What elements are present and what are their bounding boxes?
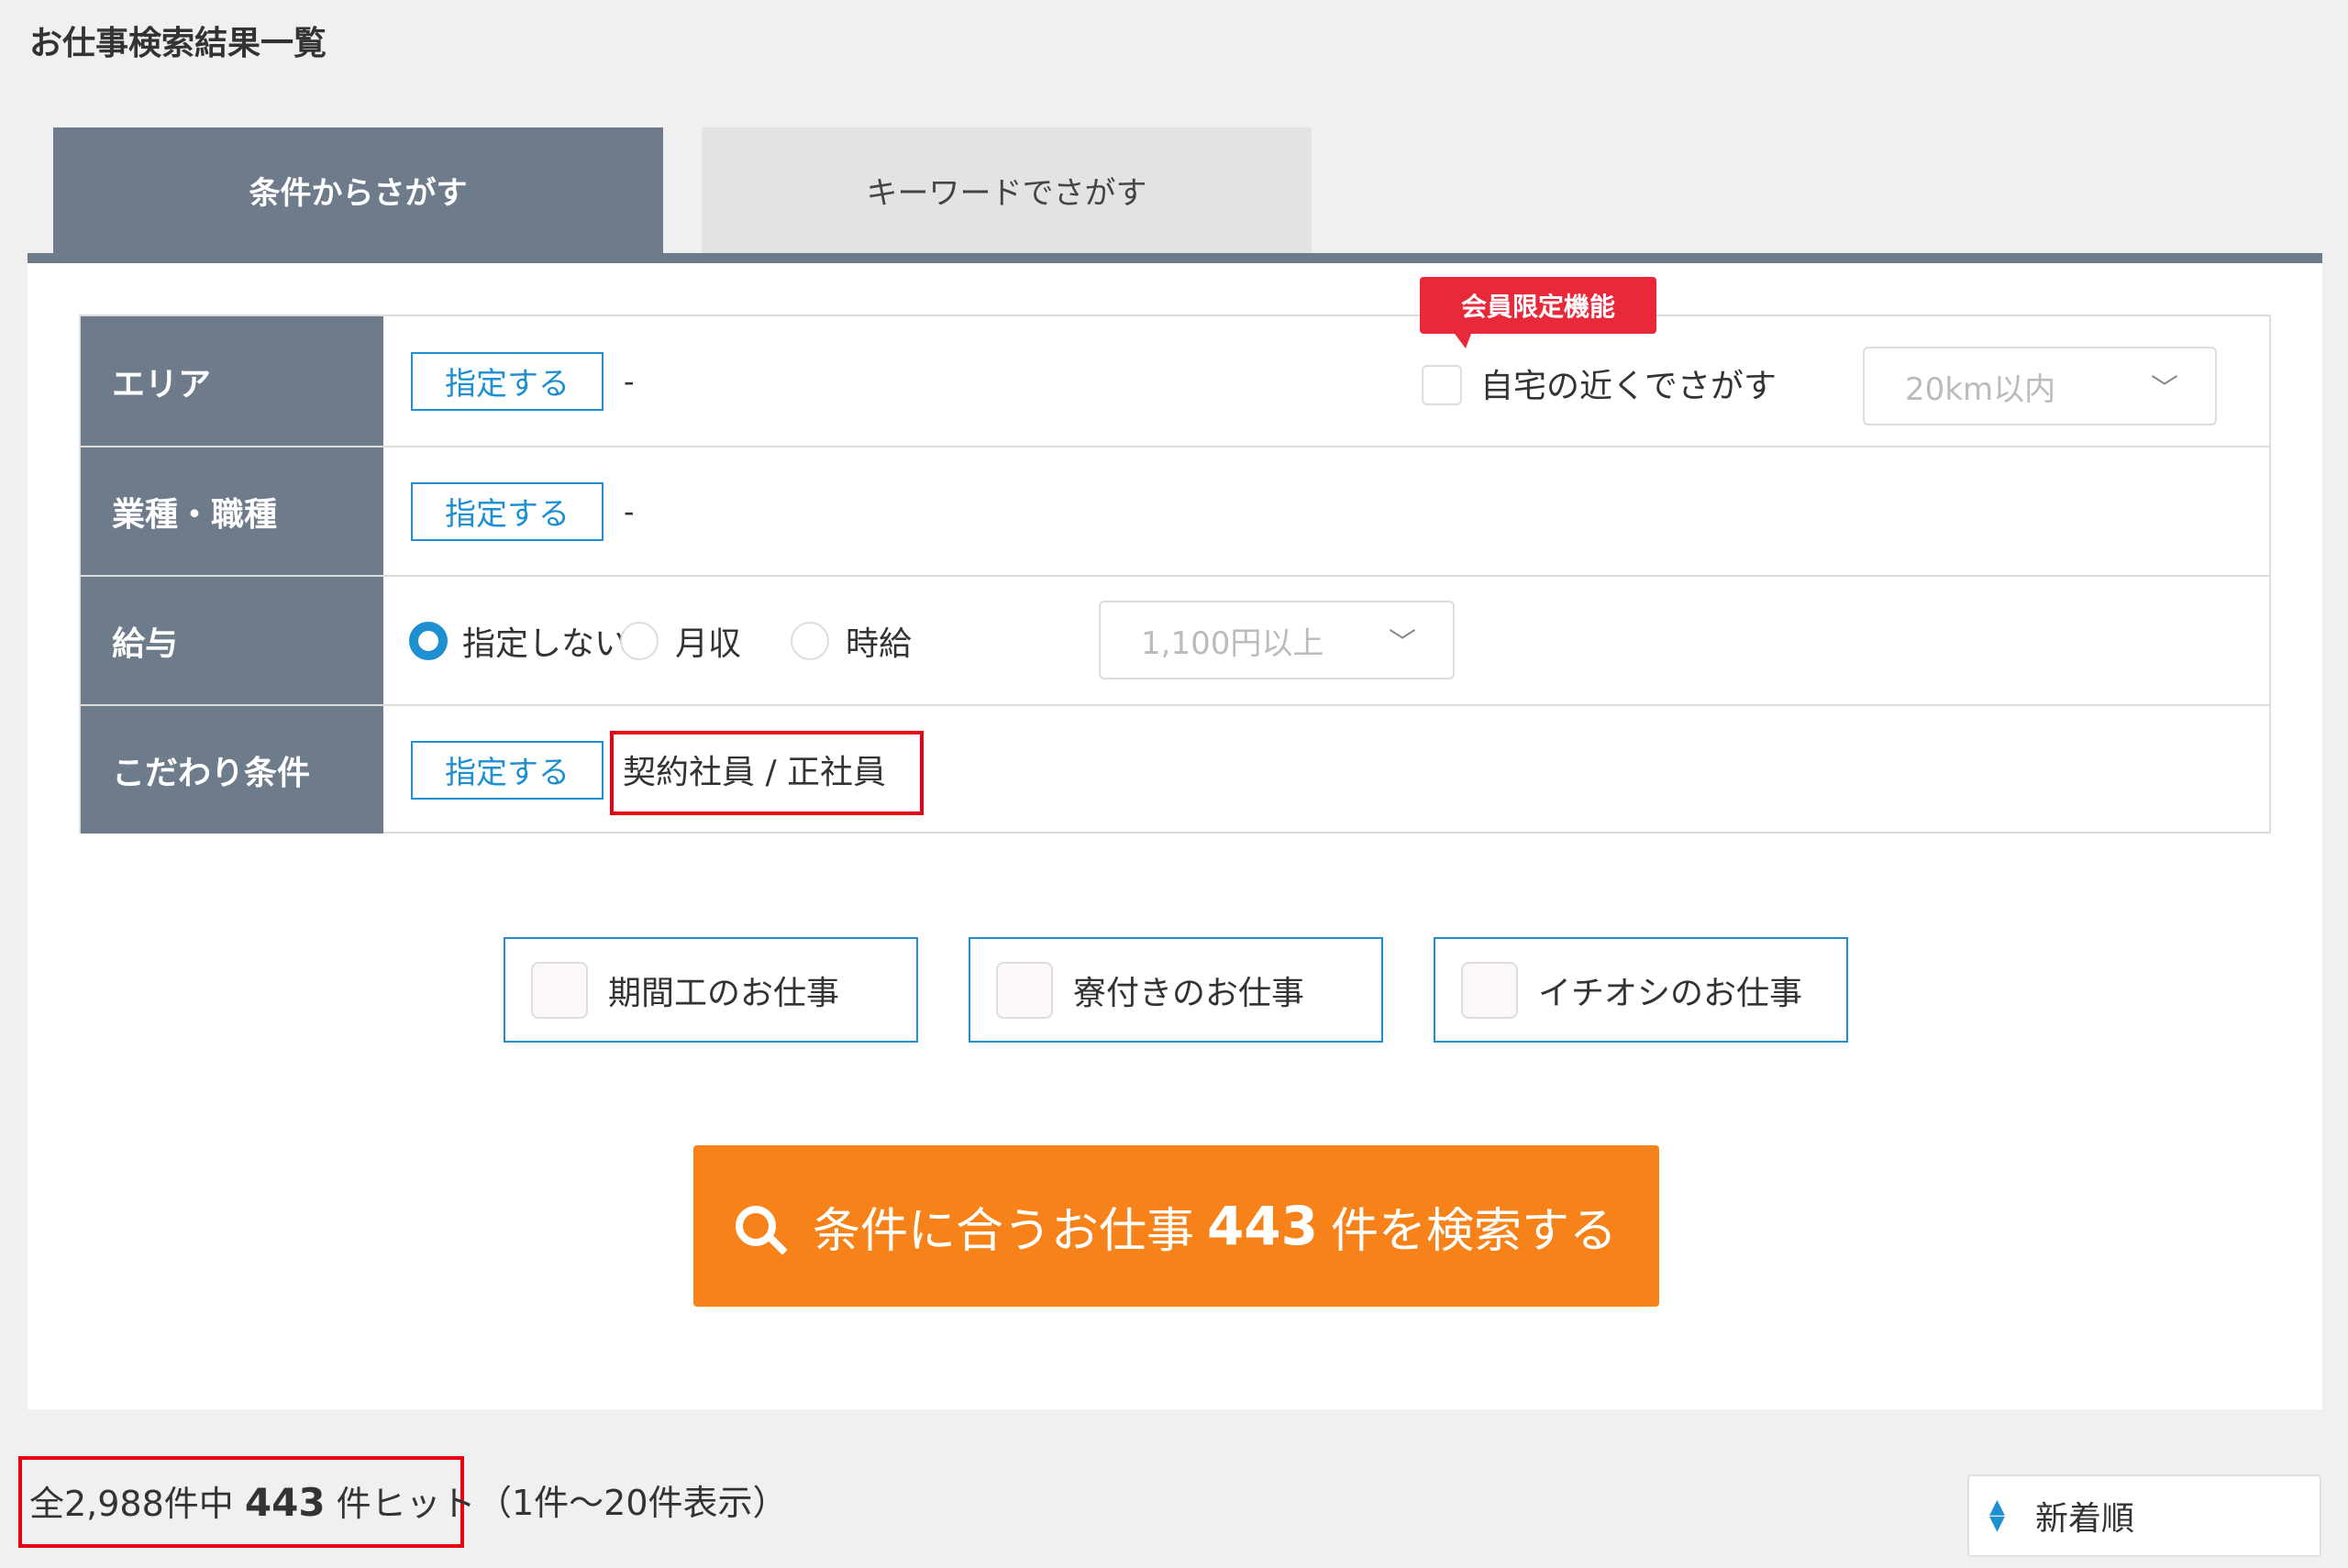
tab-label: 条件からさがす [249,175,468,212]
condition-label: こだわり条件 [81,706,383,834]
search-button-suffix: 件を検索する [1331,1203,1618,1259]
page-title: お仕事検索結果一覧 [29,25,327,62]
condition-body: 指定する - [383,447,2269,575]
hit-count-number: 443 [244,1480,326,1525]
tab-keyword-search[interactable]: キーワードでさがす [702,127,1312,253]
salary-radio-label: 指定しない [462,624,628,663]
quick-filter-label: 期間工のお仕事 [608,974,840,1012]
search-button-prefix: 条件に合うお仕事 [812,1203,1194,1259]
hit-count-summary: 全2,988件中 443 件ヒット [29,1480,476,1527]
quick-filter-label: イチオシのお仕事 [1538,974,1803,1012]
salary-radio-monthly[interactable] [620,621,659,660]
sort-arrows-icon: ▲ ▼ [1989,1496,2005,1535]
salary-radio-label: 時給 [846,624,913,663]
salary-amount-select[interactable]: 1,100円以上 ﹀ [1099,601,1455,679]
display-range: （1件〜20件表示） [477,1483,788,1523]
tab-label: キーワードでさがす [866,175,1147,212]
industry-value: - [624,493,635,529]
tab-condition-search[interactable]: 条件からさがす [53,127,663,253]
chevron-down-icon: ﹀ [2151,373,2178,405]
condition-row-industry: 業種・職種 指定する - [81,446,2269,575]
search-button-count: 443 [1206,1195,1319,1257]
near-home-checkbox[interactable] [1422,365,1462,405]
search-submit-button[interactable]: 条件に合うお仕事 443 件を検索する [693,1145,1659,1307]
hit-count-suffix: 件ヒット [336,1484,476,1524]
distance-select-value: 20km以内 [1905,370,2056,408]
member-only-badge: 会員限定機能 [1420,277,1656,348]
salary-radio-none[interactable] [409,621,448,660]
condition-row-salary: 給与 指定しない 月収 時給 1,100円以上 ﹀ [81,575,2269,704]
quick-filter-dormitory[interactable]: 寮付きのお仕事 [969,937,1383,1043]
condition-body: 指定しない 月収 時給 1,100円以上 ﹀ [383,577,2269,704]
chevron-down-icon: ﹀ [1389,627,1416,659]
salary-radio-label: 月収 [675,624,742,663]
tab-divider [28,253,2322,263]
salary-radio-hourly[interactable] [791,621,829,660]
checkbox [996,961,1053,1019]
quick-filter-recommended[interactable]: イチオシのお仕事 [1434,937,1848,1043]
checkbox [1461,961,1518,1019]
salary-select-value: 1,100円以上 [1141,624,1324,662]
total-count-text: 全2,988件中 [29,1484,234,1524]
sort-order-select[interactable]: ▲ ▼ 新着順 [1967,1474,2321,1557]
distance-select[interactable]: 20km以内 ﹀ [1863,347,2217,425]
checkbox [531,961,588,1019]
kodawari-value: 契約社員 / 正社員 [623,754,887,791]
area-specify-button[interactable]: 指定する [411,351,604,411]
quick-filter-seasonal[interactable]: 期間工のお仕事 [504,937,918,1043]
search-icon [735,1206,776,1246]
condition-label: 給与 [81,577,383,704]
near-home-label: 自宅の近くでさがす [1480,368,1777,405]
condition-row-kodawari: こだわり条件 指定する [81,704,2269,834]
quick-filter-label: 寮付きのお仕事 [1073,974,1305,1012]
area-value: - [624,363,635,399]
industry-specify-button[interactable]: 指定する [411,481,604,541]
sort-value: 新着順 [2035,1500,2135,1538]
condition-label: 業種・職種 [81,447,383,575]
kodawari-specify-button[interactable]: 指定する [411,740,604,800]
condition-label: エリア [81,316,383,446]
